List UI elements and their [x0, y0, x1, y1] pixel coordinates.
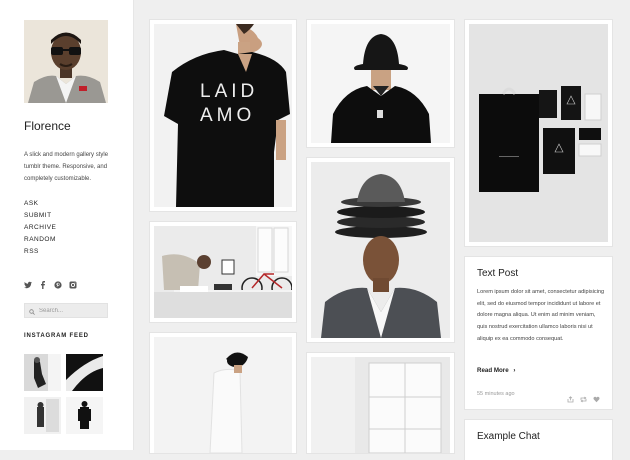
photo-post[interactable] [150, 333, 296, 453]
pinterest-icon[interactable] [54, 276, 62, 289]
read-more-label: Read More [477, 367, 509, 374]
instagram-feed-title: INSTAGRAM FEED [24, 333, 89, 339]
photo-black-jersey: LAID AMO [154, 24, 292, 207]
reblog-icon[interactable] [580, 390, 587, 403]
photo-post[interactable] [307, 20, 454, 147]
blog-description: A slick and modern gallery style tumblr … [24, 152, 109, 182]
post-actions [567, 390, 600, 403]
shirt-text-line1: LAID [200, 81, 259, 102]
heart-icon[interactable] [593, 390, 600, 403]
photo-post[interactable] [150, 222, 296, 322]
read-more-link[interactable]: Read More › [477, 367, 515, 374]
chat-post: Example Chat [465, 420, 612, 460]
text-post: Text Post Lorem ipsum dolor sit amet, co… [465, 257, 612, 409]
instagram-thumb[interactable] [24, 354, 61, 391]
nav-ask[interactable]: ASK [24, 198, 56, 210]
photo-man-white-tee [154, 337, 292, 453]
post-timestamp[interactable]: 55 minutes ago [477, 391, 515, 397]
photo-post[interactable] [307, 353, 454, 453]
photo-post[interactable]: LAID AMO [150, 20, 296, 211]
instagram-icon[interactable] [69, 276, 77, 289]
search-icon [29, 302, 35, 320]
photo-bucket-hat [311, 24, 450, 143]
nav-archive[interactable]: ARCHIVE [24, 222, 56, 234]
sidebar: Florence A slick and modern gallery styl… [0, 0, 134, 450]
shirt-text-line2: AMO [200, 105, 256, 126]
nav-random[interactable]: RANDOM [24, 234, 56, 246]
facebook-icon[interactable] [39, 276, 47, 289]
instagram-thumb[interactable] [66, 397, 103, 434]
search-box[interactable] [24, 303, 108, 318]
post-title[interactable]: Text Post [477, 268, 518, 279]
photo-post[interactable] [307, 158, 454, 342]
photo-post[interactable] [465, 20, 612, 246]
instagram-thumb[interactable] [24, 397, 61, 434]
share-icon[interactable] [567, 390, 574, 403]
photo-pharrell-hats [311, 162, 450, 338]
avatar[interactable] [24, 20, 108, 103]
post-body: Lorem ipsum dolor sit amet, consectetur … [477, 289, 605, 342]
twitter-icon[interactable] [24, 276, 32, 289]
photo-window-room [311, 357, 450, 453]
photo-studio-desk [154, 226, 292, 318]
photo-branding-stationery [469, 24, 608, 242]
sidebar-nav: ASK SUBMIT ARCHIVE RANDOM RSS [24, 198, 56, 258]
post-title[interactable]: Example Chat [477, 431, 540, 442]
search-input[interactable] [39, 307, 103, 314]
blog-title[interactable]: Florence [24, 119, 71, 133]
nav-rss[interactable]: RSS [24, 246, 56, 258]
instagram-thumb[interactable] [66, 354, 103, 391]
read-more-arrow: › [513, 367, 516, 374]
nav-submit[interactable]: SUBMIT [24, 210, 56, 222]
social-links [24, 276, 77, 289]
